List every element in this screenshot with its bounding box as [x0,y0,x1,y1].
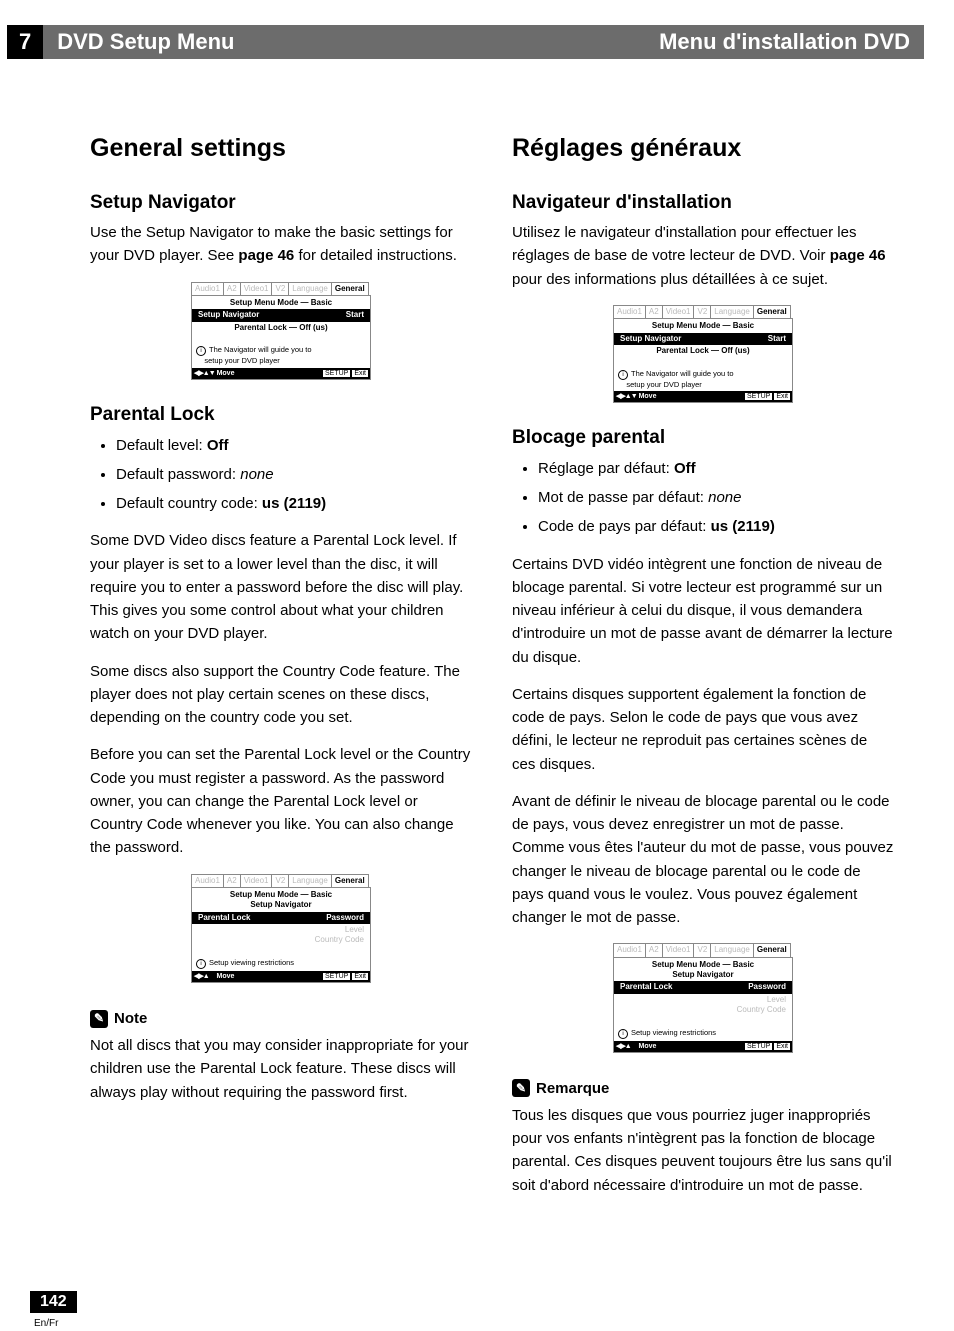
setup-menu-screenshot-1: Audio1A2Video1V2LanguageGeneral Setup Me… [191,282,371,380]
setup-menu-screenshot-1-fr: Audio1A2Video1V2LanguageGeneral Setup Me… [613,305,793,403]
parental-lock-heading: Parental Lock [90,400,472,429]
setup-menu-screenshot-2-fr: Audio1A2Video1V2LanguageGeneral Setup Me… [613,943,793,1052]
header-title-en: DVD Setup Menu [43,25,483,59]
column-french: Réglages généraux Navigateur d'installat… [512,129,894,1211]
header-title-fr: Menu d'installation DVD [484,25,924,59]
parental-lock-p1-fr: Certains DVD vidéo intègrent une fonctio… [512,553,894,669]
parental-lock-p2-fr: Certains disques supportent également la… [512,683,894,776]
chapter-number: 7 [7,25,43,59]
note-heading-fr: ✎ Remarque [512,1077,894,1100]
parental-lock-p2: Some discs also support the Country Code… [90,660,472,730]
parental-lock-defaults: Default level: Off Default password: non… [90,434,472,516]
parental-lock-p3: Before you can set the Parental Lock lev… [90,743,472,859]
parental-lock-p3-fr: Avant de définir le niveau de blocage pa… [512,790,894,930]
note-icon: ✎ [90,1010,108,1028]
column-english: General settings Setup Navigator Use the… [90,129,472,1211]
note-heading: ✎ Note [90,1007,472,1030]
setup-navigator-text-fr: Utilisez le navigateur d'installation po… [512,221,894,291]
note-text: Not all discs that you may consider inap… [90,1034,472,1104]
content-columns: General settings Setup Navigator Use the… [0,59,954,1251]
parental-lock-p1: Some DVD Video discs feature a Parental … [90,529,472,645]
parental-lock-heading-fr: Blocage parental [512,423,894,452]
header-bar: 7 DVD Setup Menu Menu d'installation DVD [7,25,924,59]
setup-navigator-heading-fr: Navigateur d'installation [512,188,894,217]
setup-navigator-text: Use the Setup Navigator to make the basi… [90,221,472,268]
section-heading-fr: Réglages généraux [512,129,894,168]
page-language: En/Fr [34,1318,58,1329]
parental-lock-defaults-fr: Réglage par défaut: Off Mot de passe par… [512,457,894,539]
note-icon: ✎ [512,1079,530,1097]
note-text-fr: Tous les disques que vous pourriez juger… [512,1104,894,1197]
section-heading: General settings [90,129,472,168]
page-number: 142 [30,1291,77,1313]
setup-navigator-heading: Setup Navigator [90,188,472,217]
page-footer: 142 En/Fr [30,1291,954,1331]
setup-menu-screenshot-2: Audio1A2Video1V2LanguageGeneral Setup Me… [191,874,371,983]
